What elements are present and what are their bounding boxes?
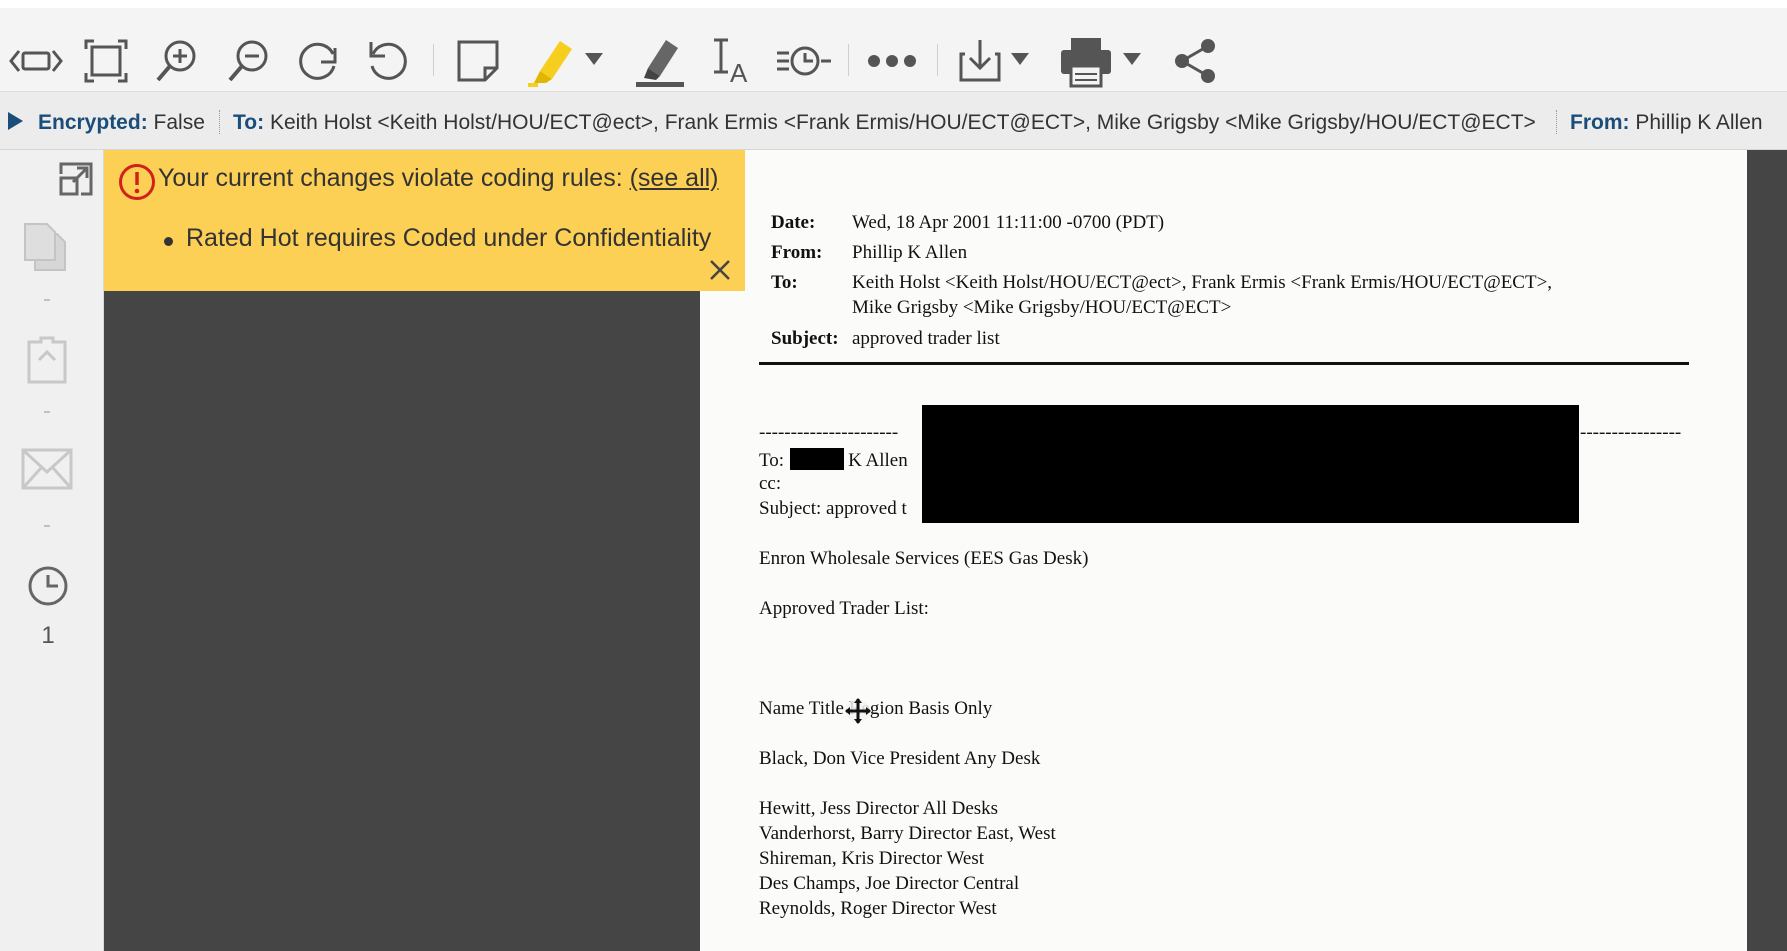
redaction-marker-icon[interactable]: [632, 30, 690, 92]
forward-dashes-left: ----------------------: [759, 422, 899, 443]
body-line: Hewitt, Jess Director All Desks: [759, 798, 999, 819]
bullet: [164, 237, 173, 246]
email-icon[interactable]: [21, 448, 73, 492]
zoom-in-icon[interactable]: [150, 30, 204, 92]
toolbar: A: [0, 0, 1787, 92]
download-icon[interactable]: [955, 30, 1005, 92]
fit-page-icon[interactable]: [80, 30, 132, 92]
history-clock-icon[interactable]: [27, 565, 69, 607]
print-dropdown-icon[interactable]: [1122, 52, 1142, 71]
body-line: Black, Don Vice President Any Desk: [759, 748, 1041, 769]
redaction-box: [790, 448, 845, 470]
text-annotation-icon[interactable]: A: [706, 30, 760, 92]
redaction-box: [922, 405, 1579, 523]
body-line: Approved Trader List:: [759, 598, 929, 619]
see-all-link[interactable]: (see all): [630, 164, 719, 192]
metadata-bar: Encrypted: False To: Keith Holst <Keith …: [0, 92, 1787, 150]
coding-rules-warning: Your current changes violate coding rule…: [104, 150, 745, 291]
warning-message: Your current changes violate coding rule…: [158, 164, 719, 192]
header-divider: [759, 362, 1689, 365]
move-cursor-icon: [845, 698, 871, 724]
to-field: To: Keith Holst <Keith Holst/HOU/ECT@ect…: [233, 111, 1536, 134]
zoom-out-icon[interactable]: [222, 30, 276, 92]
print-icon[interactable]: [1058, 30, 1114, 92]
error-icon: [119, 164, 155, 200]
expand-icon[interactable]: [59, 162, 93, 196]
forward-cc-line: cc:: [759, 473, 782, 494]
forward-dashes-right: ----------------: [1580, 422, 1682, 443]
close-icon[interactable]: [708, 258, 732, 282]
body-line: Vanderhorst, Barry Director East, West: [759, 823, 1056, 844]
download-dropdown-icon[interactable]: [1010, 52, 1030, 71]
scroll-gutter: [1747, 150, 1787, 951]
rotate-clockwise-icon[interactable]: [292, 30, 344, 92]
sticky-note-icon[interactable]: [452, 30, 504, 92]
more-icon[interactable]: [866, 30, 918, 92]
copies-icon[interactable]: [21, 220, 73, 272]
fit-width-icon[interactable]: [8, 30, 64, 92]
body-line: Enron Wholesale Services (EES Gas Desk): [759, 548, 1089, 569]
attachments-icon[interactable]: [21, 334, 73, 386]
svg-text:A: A: [730, 58, 748, 86]
forward-to-line: To: K Allen: [759, 448, 908, 471]
play-triangle-icon[interactable]: [6, 111, 24, 131]
body-line: Name Title Region Basis Only: [759, 698, 993, 719]
body-line: Shireman, Kris Director West: [759, 848, 985, 869]
encrypted-field: Encrypted: False: [38, 111, 205, 134]
document-page: Date: Wed, 18 Apr 2001 11:11:00 -0700 (P…: [700, 150, 1747, 951]
left-rail: 1: [0, 150, 104, 951]
history-icon[interactable]: [774, 30, 834, 92]
forward-subject-line: Subject: approved t: [759, 498, 907, 519]
body-line: Reynolds, Roger Director West: [759, 898, 997, 919]
from-field: From: Phillip K Allen: [1570, 111, 1763, 134]
highlighter-icon[interactable]: [522, 30, 578, 92]
share-icon[interactable]: [1170, 30, 1220, 92]
warning-rule: Rated Hot requires Coded under Confident…: [186, 224, 712, 252]
history-count: 1: [41, 622, 55, 649]
body-line: Des Champs, Joe Director Central: [759, 873, 1020, 894]
rotate-counterclockwise-icon[interactable]: [362, 30, 414, 92]
highlighter-dropdown-icon[interactable]: [584, 52, 604, 71]
